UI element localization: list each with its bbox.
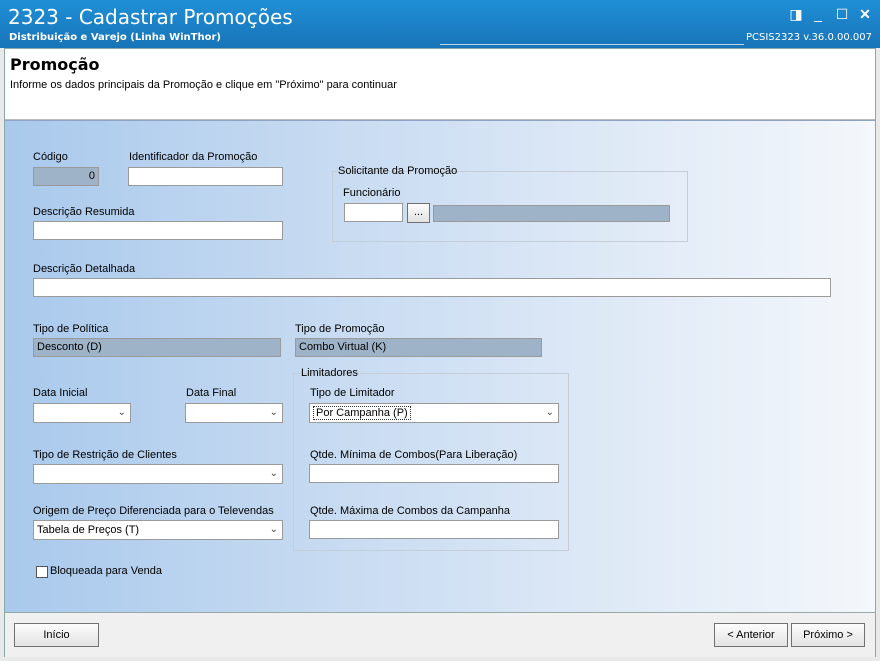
identificador-input[interactable] (128, 167, 283, 186)
descricao-detalhada-label: Descrição Detalhada (33, 263, 136, 275)
chevron-down-icon: ⌄ (269, 468, 278, 479)
descricao-resumida-input[interactable] (33, 221, 283, 240)
tipo-politica-field: Desconto (D) (33, 338, 281, 357)
qtd-minima-label: Qtde. Mínima de Combos(Para Liberação) (310, 449, 518, 461)
bloqueada-checkbox[interactable] (36, 566, 48, 578)
title-separator (440, 44, 744, 45)
tipo-restricao-label: Tipo de Restrição de Clientes (33, 449, 177, 461)
chevron-down-icon: ⌄ (545, 407, 554, 418)
codigo-field: 0 (33, 167, 99, 186)
funcionario-code-input[interactable] (344, 203, 403, 222)
tipo-politica-label: Tipo de Política (33, 323, 109, 335)
close-icon[interactable]: ✕ (857, 6, 873, 22)
maximize-icon[interactable]: ☐ (834, 6, 850, 22)
descricao-resumida-label: Descrição Resumida (33, 206, 135, 218)
window-title: 2323 - Cadastrar Promoções (8, 5, 293, 29)
origem-preco-label: Origem de Preço Diferenciada para o Tele… (33, 505, 274, 517)
data-inicial-picker[interactable]: ⌄ (33, 403, 131, 423)
anterior-button[interactable]: < Anterior (714, 623, 788, 647)
form-panel: Código 0 Identificador da Promoção Descr… (5, 120, 875, 613)
data-inicial-label: Data Inicial (33, 387, 88, 399)
page-instruction: Informe os dados principais da Promoção … (10, 79, 397, 91)
tipo-limitador-value: Por Campanha (P) (313, 406, 411, 420)
wizard-footer: Início < Anterior Próximo > (5, 612, 875, 657)
page-header: Promoção Informe os dados principais da … (5, 49, 875, 120)
chevron-down-icon: ⌄ (117, 407, 126, 418)
descricao-detalhada-input[interactable] (33, 278, 831, 297)
wizard-frame: Promoção Informe os dados principais da … (4, 48, 876, 657)
qtd-maxima-input[interactable] (309, 520, 559, 539)
edit-icon[interactable]: ◨ (788, 6, 804, 22)
minimize-icon[interactable]: _ (810, 6, 826, 22)
chevron-down-icon: ⌄ (269, 524, 278, 535)
proximo-button[interactable]: Próximo > (791, 623, 865, 647)
bloqueada-label: Bloqueada para Venda (50, 565, 162, 577)
tipo-restricao-select[interactable]: ⌄ (33, 464, 283, 484)
funcionario-label: Funcionário (343, 187, 401, 199)
limitadores-group-title: Limitadores (301, 367, 358, 379)
funcionario-name-field (433, 205, 670, 222)
solicitante-group-title: Solicitante da Promoção (338, 165, 458, 177)
tipo-promocao-label: Tipo de Promoção (295, 323, 385, 335)
origem-preco-select[interactable]: Tabela de Preços (T) ⌄ (33, 520, 283, 540)
funcionario-lookup-button[interactable]: ... (407, 203, 430, 223)
tipo-limitador-select[interactable]: Por Campanha (P) ⌄ (309, 403, 559, 423)
page-title: Promoção (10, 55, 100, 74)
tipo-limitador-label: Tipo de Limitador (310, 387, 395, 399)
inicio-button[interactable]: Início (14, 623, 99, 647)
qtd-maxima-label: Qtde. Máxima de Combos da Campanha (310, 505, 510, 517)
qtd-minima-input[interactable] (309, 464, 559, 483)
identificador-label: Identificador da Promoção (129, 151, 258, 163)
codigo-label: Código (33, 151, 68, 163)
title-bar: 2323 - Cadastrar Promoções Distribuição … (0, 0, 880, 48)
data-final-picker[interactable]: ⌄ (185, 403, 283, 423)
window-subtitle: Distribuição e Varejo (Linha WinThor) (9, 32, 221, 43)
tipo-promocao-field: Combo Virtual (K) (295, 338, 542, 357)
data-final-label: Data Final (186, 387, 237, 399)
origem-preco-value: Tabela de Preços (T) (37, 524, 140, 536)
version-label: PCSIS2323 v.36.0.00.007 (745, 32, 872, 43)
chevron-down-icon: ⌄ (269, 407, 278, 418)
